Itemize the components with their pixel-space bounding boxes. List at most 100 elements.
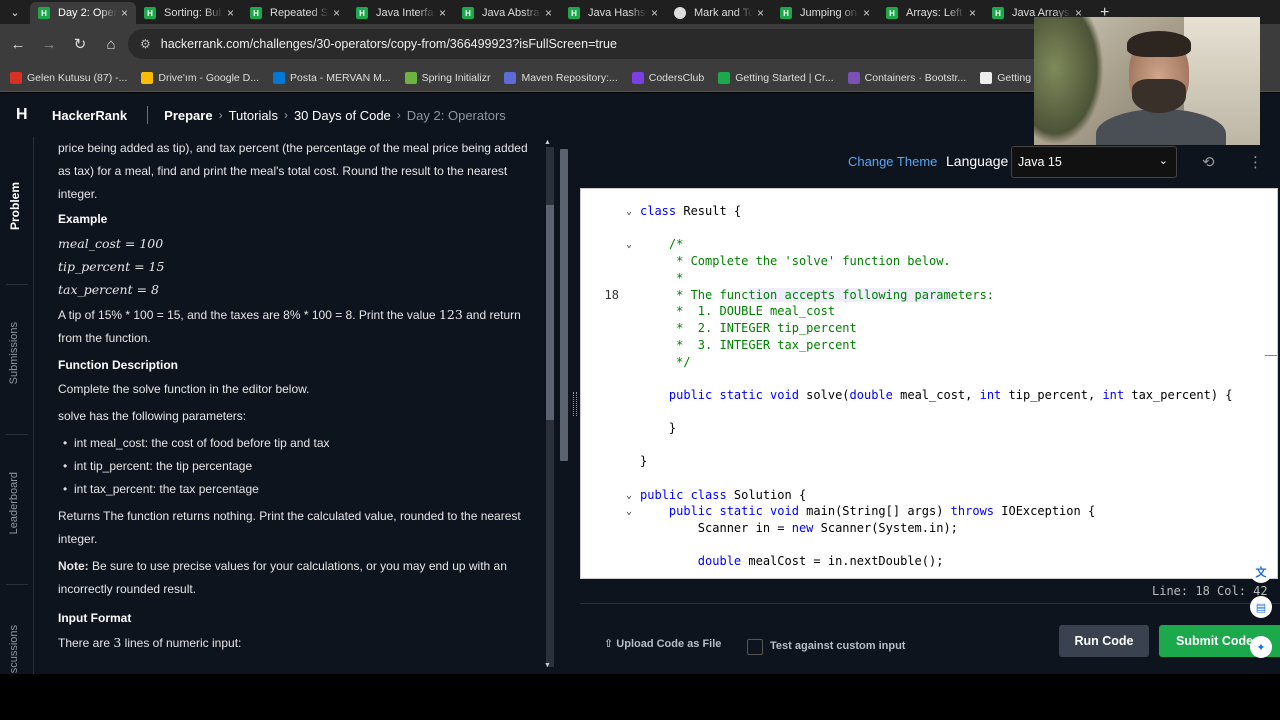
code-line[interactable]: } — [581, 453, 1277, 470]
note-label: Note: — [58, 559, 89, 573]
fold-chevron-icon[interactable]: ⌄ — [626, 487, 632, 504]
code-line[interactable]: * 2. INTEGER tip_percent — [581, 320, 1277, 337]
custom-input-checkbox[interactable] — [747, 639, 763, 655]
browser-tab[interactable]: H Jumping on × — [772, 2, 878, 24]
code-text: } — [640, 454, 648, 468]
scroll-up-icon[interactable]: ▲ — [544, 139, 551, 146]
upload-label: Upload Code as File — [616, 638, 722, 650]
close-icon[interactable]: × — [333, 6, 340, 20]
brand-name[interactable]: HackerRank — [52, 108, 127, 123]
close-icon[interactable]: × — [969, 6, 976, 20]
tab-problem[interactable]: Problem — [8, 182, 22, 230]
webcam-overlay — [1034, 17, 1260, 145]
code-line[interactable]: ⌄ class Result { — [581, 203, 1277, 220]
input-format-text: There are 3 lines of numeric input: — [58, 631, 528, 655]
back-icon[interactable]: ← — [3, 29, 33, 59]
code-editor[interactable]: ⌄ class Result { ⌄ /* * Complete the 'solv… — [580, 188, 1278, 579]
browser-tab[interactable]: Mark and Toys × — [666, 2, 772, 24]
run-code-button[interactable]: Run Code — [1059, 625, 1149, 657]
history-icon[interactable]: ⟲ — [1202, 153, 1215, 171]
fold-chevron-icon[interactable]: ⌄ — [626, 203, 632, 220]
tab-search-icon[interactable]: ⌄ — [0, 0, 30, 24]
close-icon[interactable]: × — [439, 6, 446, 20]
extension-icon[interactable]: ✦ — [1250, 636, 1272, 658]
breadcrumb-30-days[interactable]: 30 Days of Code — [294, 108, 391, 123]
code-line[interactable]: ⌄ /* — [581, 236, 1277, 253]
browser-tab[interactable]: H Java Abstract × — [454, 2, 560, 24]
code-line[interactable]: */ — [581, 354, 1277, 371]
reader-icon[interactable]: ▤ — [1250, 596, 1272, 618]
tab-submissions[interactable]: Submissions — [8, 322, 20, 384]
change-theme-link[interactable]: Change Theme — [848, 154, 937, 169]
example-heading: Example — [58, 212, 108, 226]
function-description-heading: Function Description — [58, 358, 178, 372]
close-icon[interactable]: × — [227, 6, 234, 20]
code-line[interactable]: * Complete the 'solve' function below. — [581, 253, 1277, 270]
language-select[interactable]: Java 15 ⌄ — [1011, 146, 1177, 178]
translate-icon[interactable]: 文 — [1250, 561, 1272, 583]
hackerrank-logo[interactable]: H — [16, 106, 32, 124]
webcam-hair — [1127, 31, 1191, 57]
example-explanation: A tip of 15% * 100 = 15, and the taxes a… — [58, 303, 528, 350]
code-line[interactable]: Scanner in = new Scanner(System.in); — [581, 520, 1277, 537]
breadcrumb-tutorials[interactable]: Tutorials — [229, 108, 278, 123]
reload-icon[interactable]: ↻ — [65, 29, 95, 59]
more-options-icon[interactable]: ⋮ — [1248, 153, 1263, 171]
code-line[interactable]: 18 * The function accepts following para… — [581, 287, 1277, 304]
bookmark-item[interactable]: Maven Repository:... — [504, 71, 618, 84]
code-text: * — [640, 271, 684, 285]
browser-tab[interactable]: H Repeated String × — [242, 2, 348, 24]
bookmark-item[interactable]: Containers · Bootstr... — [847, 71, 966, 84]
code-text: */ — [640, 355, 691, 369]
outer-scrollbar-thumb[interactable] — [560, 149, 568, 461]
code-line[interactable]: * 1. DOUBLE meal_cost — [581, 303, 1277, 320]
bookmark-item[interactable]: Gelen Kutusu (87) -... — [10, 71, 127, 84]
browser-tab[interactable]: H Java Hashset × — [560, 2, 666, 24]
bookmark-item[interactable]: Posta - MERVAN M... — [273, 71, 391, 84]
browser-tab[interactable]: H Arrays: Left × — [878, 2, 984, 24]
close-icon[interactable]: × — [121, 6, 128, 20]
code-text: public static void solve(double meal_cos… — [668, 388, 1233, 402]
site-info-icon[interactable]: ⚙ — [140, 37, 151, 51]
scroll-down-icon[interactable]: ▼ — [544, 662, 551, 669]
panel-resizer[interactable] — [570, 137, 580, 674]
problem-scrollbar[interactable]: ▲ ▼ — [542, 137, 570, 674]
hackerrank-icon: H — [780, 7, 792, 19]
bookmark-item[interactable]: Drive'ım - Google D... — [141, 71, 259, 84]
code-line[interactable]: double mealCost = in.nextDouble(); — [581, 553, 1277, 570]
browser-tab[interactable]: H Day 2: Operators × — [30, 2, 136, 24]
bookmark-item[interactable]: Getting Started | Cr... — [718, 71, 834, 84]
close-icon[interactable]: × — [863, 6, 870, 20]
tab-leaderboard[interactable]: Leaderboard — [8, 472, 20, 534]
breadcrumb-prepare[interactable]: Prepare — [164, 108, 212, 123]
upload-code-button[interactable]: ⇧ Upload Code as File — [604, 637, 721, 650]
github-icon — [674, 7, 686, 19]
forward-icon[interactable]: → — [34, 29, 64, 59]
browser-tab[interactable]: H Sorting: Bubble × — [136, 2, 242, 24]
example-meal-cost: meal_cost = 100 — [58, 236, 164, 251]
home-icon[interactable]: ⌂ — [96, 29, 126, 59]
tab-title: Mark and Toys — [694, 7, 753, 19]
scrollbar-thumb[interactable] — [546, 205, 554, 420]
bookmark-item[interactable]: Spring Initializr — [404, 71, 490, 84]
tab-title: Java Interface — [376, 7, 435, 19]
code-line[interactable]: * 3. INTEGER tax_percent — [581, 337, 1277, 354]
drag-handle-icon[interactable] — [573, 392, 577, 416]
code-line[interactable]: } — [581, 420, 1277, 437]
fold-chevron-icon[interactable]: ⌄ — [626, 236, 632, 253]
code-line[interactable]: * — [581, 270, 1277, 287]
bookmark-favicon-icon — [141, 71, 154, 84]
bookmark-item[interactable]: CodersClub — [631, 71, 704, 84]
close-icon[interactable]: × — [757, 6, 764, 20]
hackerrank-icon: H — [462, 7, 474, 19]
tab-title: Java Hashset — [588, 7, 647, 19]
code-line[interactable]: ⌄ public class Solution { — [581, 487, 1277, 504]
fold-chevron-icon[interactable]: ⌄ — [626, 503, 632, 520]
browser-tab[interactable]: H Java Interface × — [348, 2, 454, 24]
close-icon[interactable]: × — [545, 6, 552, 20]
code-line[interactable]: ⌄ public static void main(String[] args)… — [581, 503, 1277, 520]
close-icon[interactable]: × — [651, 6, 658, 20]
custom-input-label[interactable]: Test against custom input — [770, 640, 905, 652]
address-bar[interactable]: ⚙ hackerrank.com/challenges/30-operators… — [128, 29, 1048, 59]
code-line[interactable]: public static void solve(double meal_cos… — [581, 387, 1277, 404]
